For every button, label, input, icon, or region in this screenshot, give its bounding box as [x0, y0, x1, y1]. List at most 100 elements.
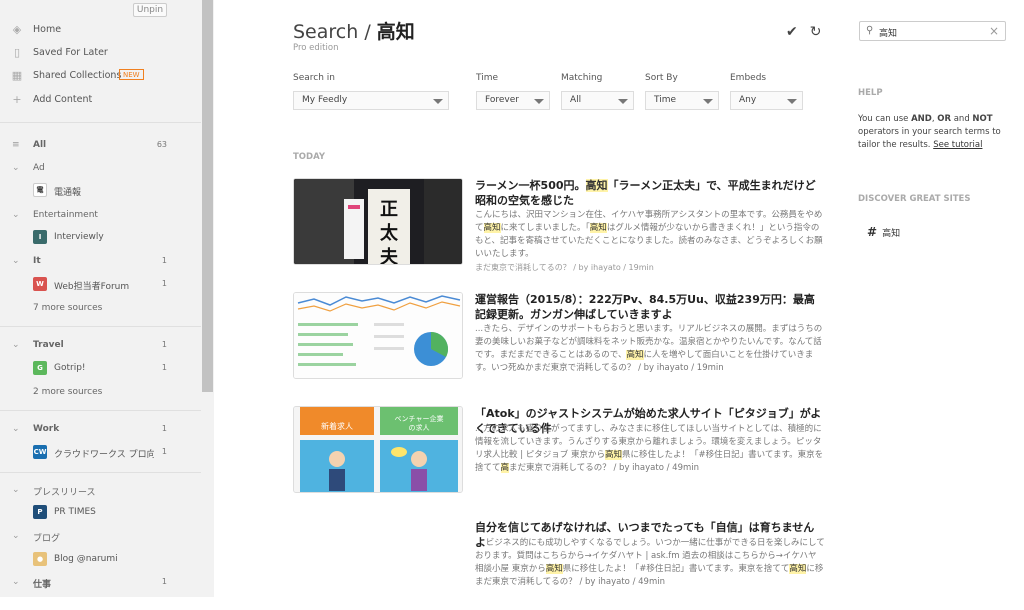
ramen-sign-image: 正 太 夫 [294, 179, 462, 265]
category-label: It [33, 256, 41, 266]
category-blog[interactable]: ⌄ ブログ [0, 527, 201, 547]
bookmark-icon: ▯ [13, 45, 21, 59]
svg-text:ベンチャー企業: ベンチャー企業 [395, 414, 444, 423]
category-ad[interactable]: ⌄ Ad [0, 159, 201, 179]
source-blog-narumi[interactable]: ● Blog @narumi [0, 550, 201, 570]
article-thumbnail[interactable]: 正 太 夫 [293, 178, 463, 265]
chevron-down-icon[interactable]: ⌄ [12, 256, 20, 266]
article-title[interactable]: ラーメン一杯500円。高知「ラーメン正太夫」で、平成生まれだけど昭和の空気を感じ… [475, 178, 825, 208]
search-in-value: My Feedly [302, 95, 348, 105]
category-work[interactable]: ⌄ Work 1 [0, 420, 201, 440]
search-in-select[interactable]: My Feedly [293, 91, 449, 110]
title-prefix: Search / [293, 21, 377, 43]
help-text-part: You can use [858, 114, 912, 124]
source-label: 電通報 [54, 188, 82, 198]
snippet-highlight: 高 [500, 463, 510, 473]
snippet-highlight: 高知 [626, 350, 644, 360]
clear-icon[interactable]: × [989, 24, 999, 38]
refresh-icon[interactable]: ↻ [810, 24, 822, 40]
matching-select[interactable]: All [561, 91, 634, 110]
category-label: ブログ [33, 534, 61, 544]
category-travel[interactable]: ⌄ Travel 1 [0, 336, 201, 356]
article-item[interactable]: 運営報告（2015/8）：222万Pv、84.5万Uu、収益239万円：最高記録… [293, 292, 822, 382]
title-text: 運営報告（2015/8）：222万Pv、84.5万Uu、収益239万円：最高記録… [475, 293, 815, 321]
chevron-down-icon [787, 99, 797, 104]
category-press-release[interactable]: ⌄ プレスリリース [0, 481, 201, 501]
category-shigoto[interactable]: ⌄ 仕事 1 [0, 573, 201, 593]
category-all[interactable]: ≡ All 63 [0, 136, 201, 156]
embeds-select[interactable]: Any [730, 91, 803, 110]
category-label: 仕事 [33, 580, 52, 590]
chevron-down-icon[interactable]: ⌄ [12, 424, 20, 434]
help-heading: HELP [858, 88, 883, 98]
article-title[interactable]: 運営報告（2015/8）：222万Pv、84.5万Uu、収益239万円：最高記録… [475, 292, 825, 322]
chevron-down-icon[interactable]: ⌄ [12, 163, 20, 173]
snippet-text: 県に移住したよ！「#移住日記」書いてます。東京を捨てて [562, 564, 790, 574]
source-favicon: CW [33, 445, 47, 459]
chevron-down-icon[interactable]: ⌄ [12, 210, 20, 220]
category-it[interactable]: ⌄ It 1 [0, 252, 201, 272]
article-thumbnail[interactable] [293, 292, 463, 379]
more-sources-link[interactable]: 7 more sources [33, 303, 102, 313]
nav-shared-label: Shared Collections [33, 69, 122, 81]
time-select[interactable]: Forever [476, 91, 550, 110]
source-gotrip[interactable]: G Gotrip! 1 [0, 359, 201, 379]
page-title: Search / 高知 [293, 17, 415, 44]
sidebar: Unpin ◈ Home ▯ Saved For Later ▦ Shared … [0, 0, 214, 597]
source-crowdworks[interactable]: CW クラウドワークス プロ向け... 1 [0, 443, 201, 463]
category-entertainment[interactable]: ⌄ Entertainment [0, 206, 201, 226]
matching-label: Matching [561, 73, 603, 83]
title-text: ラーメン一杯500円。 [475, 179, 586, 192]
source-favicon: I [33, 230, 47, 244]
article-item[interactable]: 正 太 夫 ラーメン一杯500円。高知「ラーメン正太夫」で、平成生まれだけど昭和… [293, 178, 823, 272]
source-count: 1 [161, 363, 167, 372]
snippet-highlight: 高知 [589, 223, 607, 233]
unpin-button[interactable]: Unpin [133, 3, 167, 17]
source-pr-times[interactable]: P PR TIMES [0, 503, 201, 523]
chevron-down-icon[interactable]: ⌄ [12, 577, 20, 587]
time-label: Time [476, 73, 499, 83]
source-count: 1 [161, 279, 167, 288]
more-sources-link[interactable]: 2 more sources [33, 387, 102, 397]
mark-read-icon[interactable]: ✔ [786, 24, 798, 40]
source-dentsuho[interactable]: 電 電通報 [0, 181, 201, 201]
see-tutorial-link[interactable]: See tutorial [933, 140, 982, 150]
chevron-down-icon [534, 99, 544, 104]
source-count: 1 [161, 447, 167, 456]
source-label: クラウドワークス プロ向け... [54, 450, 154, 460]
source-favicon: 電 [33, 183, 47, 197]
snippet-text: まだ東京で消耗してるの？ / by ihayato / 49min [509, 463, 700, 473]
divider [0, 122, 201, 123]
search-input[interactable]: ⚲ 高知 × [859, 21, 1006, 41]
chevron-down-icon [433, 99, 443, 104]
sidebar-scroll-thumb[interactable] [202, 0, 213, 392]
source-label: PR TIMES [54, 507, 96, 517]
source-web-tantosha-forum[interactable]: W Web担当者Forum 1 [0, 275, 201, 295]
sort-by-select[interactable]: Time [645, 91, 719, 110]
title-highlight: 高知 [585, 179, 608, 192]
source-label: Blog @narumi [54, 554, 118, 564]
snippet-text: に来てしまいました。「 [500, 223, 590, 233]
article-item[interactable]: 新着求人 ベンチャー企業 の求人 「Atok」のジャストシステムが始めた求人サイ… [293, 406, 823, 496]
category-label: プレスリリース [33, 488, 96, 498]
chevron-down-icon[interactable]: ⌄ [12, 485, 20, 495]
help-operator: OR [937, 114, 952, 124]
source-label: Interviewly [54, 232, 104, 242]
discover-tag[interactable]: # 高知 [867, 225, 900, 239]
sort-by-label: Sort By [645, 73, 678, 83]
article-thumbnail[interactable]: 新着求人 ベンチャー企業 の求人 [293, 406, 463, 493]
help-operator: AND [911, 114, 932, 124]
chevron-down-icon[interactable]: ⌄ [12, 531, 20, 541]
sort-by-value: Time [654, 95, 677, 105]
embeds-label: Embeds [730, 73, 767, 83]
plus-icon: + [12, 92, 22, 106]
divider [0, 326, 201, 327]
discover-tag-label: 高知 [882, 229, 901, 239]
svg-text:夫: 夫 [380, 246, 399, 265]
collections-icon: ▦ [11, 68, 23, 82]
source-interviewly[interactable]: I Interviewly [0, 228, 201, 248]
category-label: Ad [33, 163, 45, 173]
chevron-down-icon[interactable]: ⌄ [12, 340, 20, 350]
snippet-highlight: 高知 [789, 564, 807, 574]
source-favicon: W [33, 277, 47, 291]
